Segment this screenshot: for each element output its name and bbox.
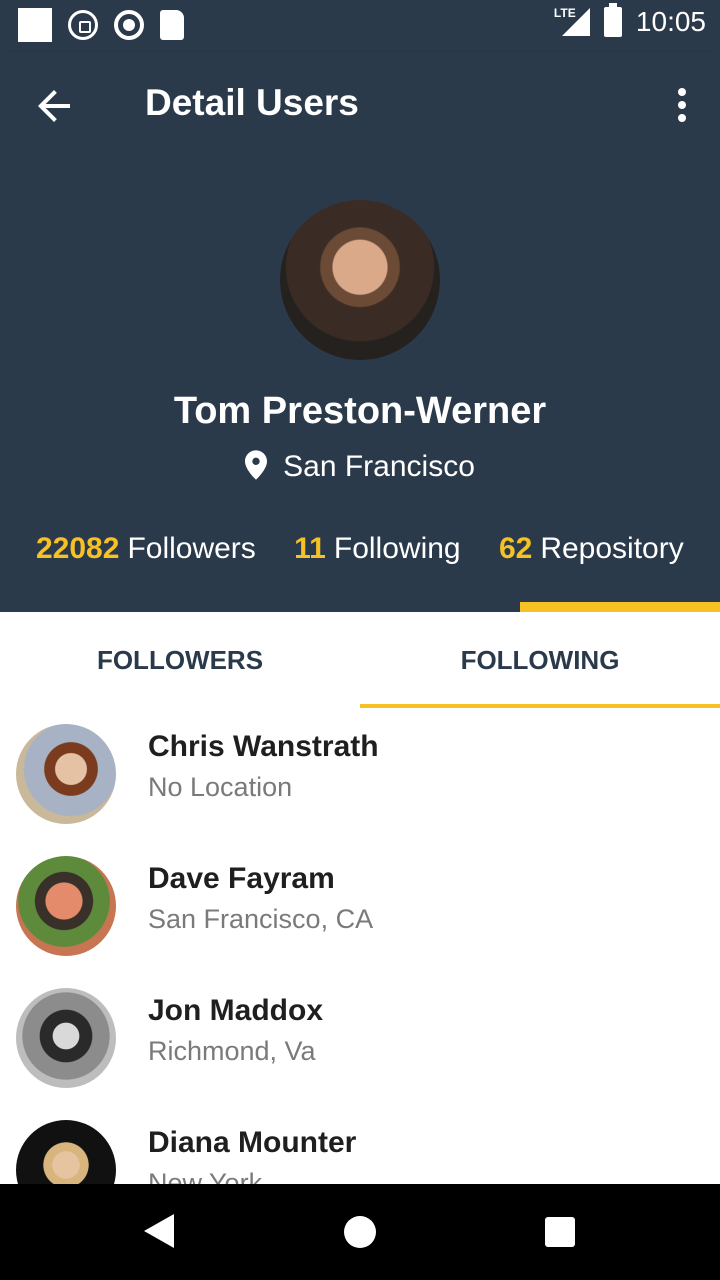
- user-name: Chris Wanstrath: [148, 730, 379, 763]
- back-button[interactable]: [30, 82, 78, 130]
- sd-card-icon: [160, 10, 184, 40]
- list-item[interactable]: Jon Maddox Richmond, Va: [0, 972, 720, 1104]
- profile-location-text: San Francisco: [283, 450, 475, 483]
- user-location: No Location: [148, 772, 293, 802]
- status-right-icons: LTE 10:05: [554, 3, 706, 38]
- user-list[interactable]: Chris Wanstrath No Location Dave Fayram …: [0, 708, 720, 1184]
- system-nav-bar: [0, 1184, 720, 1280]
- stat-repository-label: Repository: [540, 532, 684, 565]
- signal-icon: LTE: [554, 6, 590, 38]
- arrow-back-icon: [38, 90, 70, 122]
- stat-following[interactable]: 11 Following: [294, 532, 460, 566]
- whatsapp-icon: [68, 10, 98, 40]
- stat-following-value: 11: [294, 532, 326, 565]
- nav-back-icon[interactable]: [144, 1214, 174, 1248]
- profile-location: San Francisco: [0, 450, 720, 484]
- profile-name: Tom Preston-Werner: [173, 390, 547, 432]
- user-name: Jon Maddox: [148, 994, 324, 1027]
- tab-following[interactable]: FOLLOWING: [360, 612, 720, 708]
- stat-indicator: [520, 602, 720, 612]
- battery-icon: [603, 3, 622, 37]
- list-item[interactable]: Chris Wanstrath No Location: [0, 708, 720, 840]
- avatar: [16, 1120, 116, 1184]
- stat-followers-value: 22082: [36, 532, 120, 565]
- profile-avatar: [280, 200, 440, 360]
- profile-header: Tom Preston-Werner San Francisco 22082 Fo…: [0, 160, 720, 612]
- nav-recents-icon[interactable]: [545, 1217, 575, 1247]
- location-pin-icon: [245, 450, 268, 480]
- record-icon: [114, 10, 144, 40]
- stat-followers-label: Followers: [127, 532, 256, 565]
- user-name: Diana Mounter: [148, 1126, 357, 1159]
- tab-followers[interactable]: FOLLOWERS: [0, 612, 360, 708]
- stat-followers[interactable]: 22082 Followers: [36, 532, 256, 566]
- avatar: [16, 856, 116, 956]
- user-location: San Francisco, CA: [148, 904, 374, 934]
- user-name: Dave Fayram: [148, 862, 335, 895]
- user-location: New York: [148, 1168, 263, 1184]
- status-time: 10:05: [635, 6, 706, 37]
- notification-square-icon: [18, 8, 52, 42]
- avatar: [16, 988, 116, 1088]
- avatar: [16, 724, 116, 824]
- status-left-icons: [18, 8, 184, 42]
- profile-stats: 22082 Followers 11 Following 62 Repository: [36, 532, 714, 566]
- stat-repository[interactable]: 62 Repository: [499, 532, 684, 566]
- page-title: Detail Users: [145, 82, 359, 123]
- list-item[interactable]: Dave Fayram San Francisco, CA: [0, 840, 720, 972]
- stat-following-label: Following: [333, 532, 461, 565]
- stat-repository-value: 62: [498, 532, 533, 565]
- status-bar: LTE 10:05: [0, 0, 720, 52]
- user-location: Richmond, Va: [148, 1036, 316, 1066]
- tab-bar: FOLLOWERS FOLLOWING: [0, 612, 720, 708]
- list-item[interactable]: Diana Mounter New York: [0, 1104, 720, 1184]
- nav-home-icon[interactable]: [344, 1216, 376, 1248]
- more-vert-icon[interactable]: [670, 84, 694, 128]
- app-bar: Detail Users: [0, 52, 720, 160]
